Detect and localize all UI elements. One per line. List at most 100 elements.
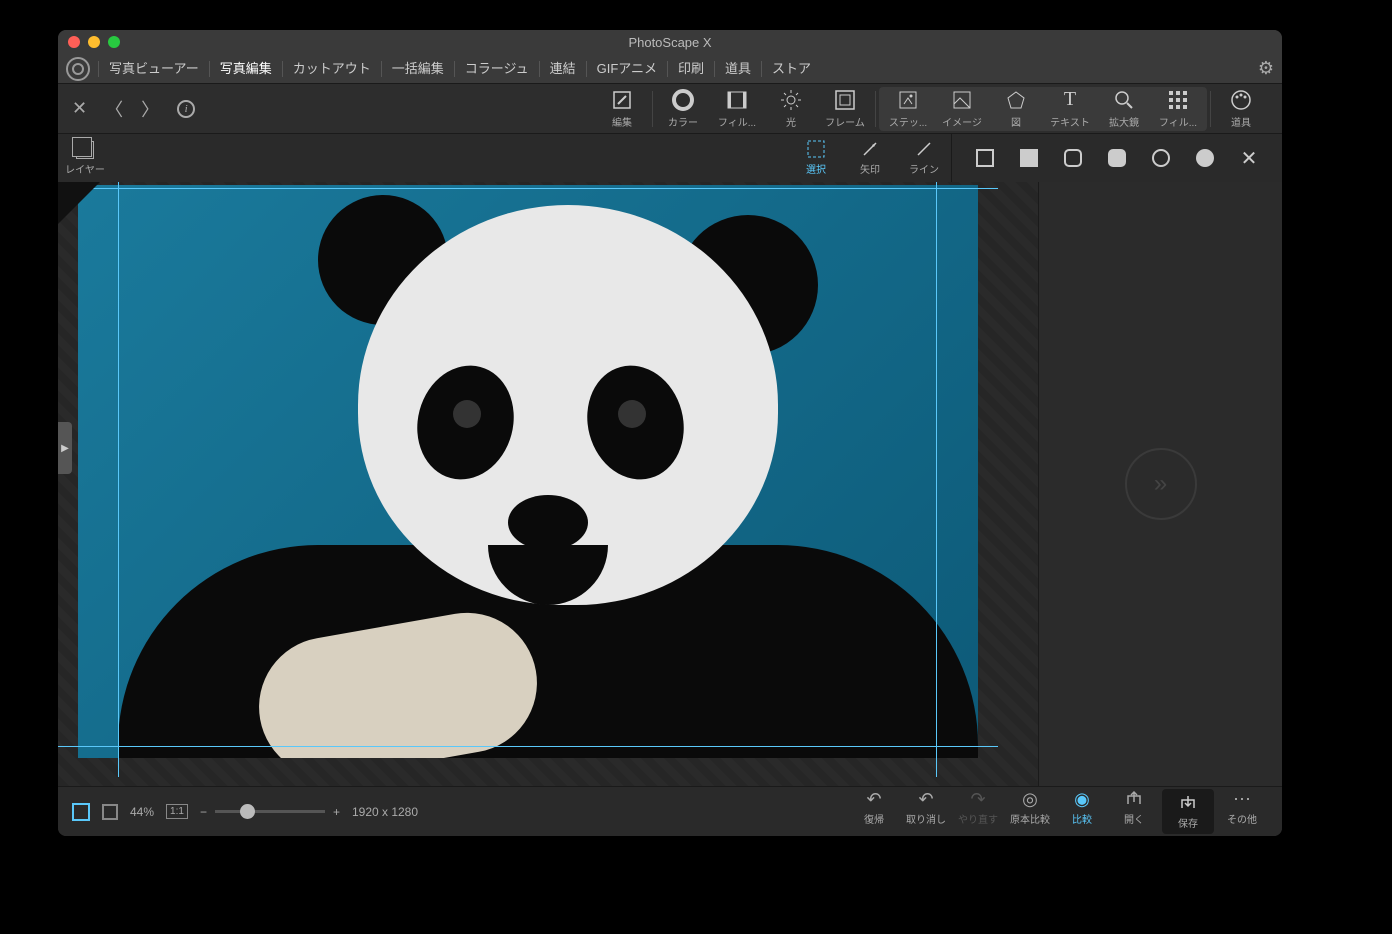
redo-icon: ↷	[970, 789, 985, 809]
sub-toolbar: レイヤー 選択 矢印 ライン ✕	[58, 134, 1282, 182]
redo-button[interactable]: ↷やり直す	[952, 789, 1004, 834]
window-title: PhotoScape X	[58, 35, 1282, 50]
tab-combine[interactable]: 連結	[539, 61, 586, 77]
film-icon	[726, 89, 748, 111]
image-dimensions: 1920 x 1280	[352, 805, 418, 819]
zoom-in-icon[interactable]: +	[333, 805, 340, 819]
undo-icon: ↶	[918, 789, 933, 809]
shape-options: ✕	[951, 134, 1282, 182]
compare-icon: ◉	[1074, 789, 1090, 809]
tool-color[interactable]: カラー	[656, 89, 710, 129]
line-tool[interactable]: ライン	[897, 140, 951, 176]
tab-tools[interactable]: 道具	[714, 61, 761, 77]
revert-button[interactable]: ↶復帰	[848, 789, 900, 834]
tool-film[interactable]: フィル...	[710, 89, 764, 129]
tab-collage[interactable]: コラージュ	[454, 61, 539, 77]
tab-editor[interactable]: 写真編集	[209, 61, 282, 77]
arrow-tool[interactable]: 矢印	[843, 140, 897, 176]
maximize-window-button[interactable]	[108, 36, 120, 48]
layers-button[interactable]: レイヤー	[58, 141, 112, 176]
canvas-area[interactable]: PRO	[58, 182, 1038, 786]
tab-store[interactable]: ストア	[761, 61, 821, 77]
tab-print[interactable]: 印刷	[667, 61, 714, 77]
sidebar-expand-handle[interactable]: ▶	[58, 422, 72, 474]
shape-rounded-filled[interactable]	[1108, 149, 1126, 167]
shape-circle-filled[interactable]	[1196, 149, 1214, 167]
layers-icon	[76, 141, 94, 159]
save-button[interactable]: 保存	[1162, 789, 1214, 834]
info-icon[interactable]: i	[177, 100, 195, 118]
open-icon	[1125, 789, 1143, 809]
titlebar: PhotoScape X	[58, 30, 1282, 54]
tab-gif[interactable]: GIFアニメ	[586, 61, 667, 77]
text-icon: T	[1059, 89, 1081, 111]
editor-toolbar: ✕ 〈 〉 i 編集 カラー フィル... 光 フレーム	[58, 84, 1282, 134]
shape-square-outline[interactable]	[976, 149, 994, 167]
save-icon	[1179, 793, 1197, 813]
tool-image[interactable]: イメージ	[935, 89, 989, 129]
compare-original-button[interactable]: ◎原本比較	[1004, 789, 1056, 834]
main-tabs: 写真ビューアー 写真編集 カットアウト 一括編集 コラージュ 連結 GIFアニメ…	[58, 54, 1282, 84]
undo-button[interactable]: ↶取り消し	[900, 789, 952, 834]
tool-magnifier[interactable]: 拡大鏡	[1097, 89, 1151, 129]
close-window-button[interactable]	[68, 36, 80, 48]
select-icon	[807, 140, 825, 158]
next-icon[interactable]: 〉	[141, 96, 159, 122]
app-window: PhotoScape X 写真ビューアー 写真編集 カットアウト 一括編集 コラ…	[58, 30, 1282, 836]
filter-icon	[1167, 89, 1189, 111]
tool-text[interactable]: T テキスト	[1043, 89, 1097, 129]
palette-icon	[1230, 89, 1252, 111]
zoom-slider[interactable]: − +	[200, 805, 340, 819]
light-icon	[780, 89, 802, 111]
tool-filter[interactable]: フィル...	[1151, 89, 1205, 129]
close-shape-options[interactable]: ✕	[1240, 149, 1258, 167]
shape-square-filled[interactable]	[1020, 149, 1038, 167]
tool-edit[interactable]: 編集	[595, 89, 649, 129]
tab-batch[interactable]: 一括編集	[381, 61, 454, 77]
line-icon	[915, 140, 933, 158]
more-icon: ⋯	[1233, 789, 1251, 809]
magnifier-icon	[1113, 89, 1135, 111]
zoom-percent: 44%	[130, 805, 154, 819]
tab-viewer[interactable]: 写真ビューアー	[98, 61, 209, 77]
open-button[interactable]: 開く	[1108, 789, 1160, 834]
pro-badge: PRO	[58, 182, 100, 224]
shape-icon	[1005, 89, 1027, 111]
prev-icon[interactable]: 〈	[105, 96, 123, 122]
canvas-image[interactable]	[78, 185, 978, 758]
tool-light[interactable]: 光	[764, 89, 818, 129]
tool-frame[interactable]: フレーム	[818, 89, 872, 129]
crop-icon[interactable]	[72, 803, 90, 821]
minimize-window-button[interactable]	[88, 36, 100, 48]
arrow-icon	[861, 140, 879, 158]
zoom-out-icon[interactable]: −	[200, 805, 207, 819]
zoom-actual-button[interactable]: 1:1	[166, 804, 188, 819]
compare-button[interactable]: ◉比較	[1056, 789, 1108, 834]
settings-gear-icon[interactable]: ⚙	[1258, 58, 1274, 79]
shape-circle-outline[interactable]	[1152, 149, 1170, 167]
tool-shape[interactable]: 図	[989, 89, 1043, 129]
tool-sticker[interactable]: ステッ...	[881, 89, 935, 129]
revert-icon: ↶	[866, 789, 881, 809]
frame-icon	[834, 89, 856, 111]
close-icon[interactable]: ✕	[72, 98, 87, 119]
image-content	[78, 185, 978, 758]
compare-orig-icon: ◎	[1022, 789, 1038, 809]
background-icon[interactable]	[102, 804, 118, 820]
right-panel: »	[1038, 182, 1282, 786]
image-icon	[951, 89, 973, 111]
apply-button[interactable]: »	[1125, 448, 1197, 520]
sticker-icon	[897, 89, 919, 111]
app-logo-icon[interactable]	[66, 57, 90, 81]
tab-cutout[interactable]: カットアウト	[282, 61, 381, 77]
color-icon	[672, 89, 694, 111]
more-button[interactable]: ⋯その他	[1216, 789, 1268, 834]
nav-buttons: ✕ 〈 〉 i	[72, 96, 195, 122]
statusbar: 44% 1:1 − + 1920 x 1280 ↶復帰 ↶取り消し ↷やり直す …	[58, 786, 1282, 836]
edit-icon	[611, 89, 633, 111]
workspace: ▶ PRO »	[58, 182, 1282, 786]
select-tool[interactable]: 選択	[789, 140, 843, 176]
window-controls	[68, 36, 120, 48]
tool-tools[interactable]: 道具	[1214, 89, 1268, 129]
shape-rounded-outline[interactable]	[1064, 149, 1082, 167]
